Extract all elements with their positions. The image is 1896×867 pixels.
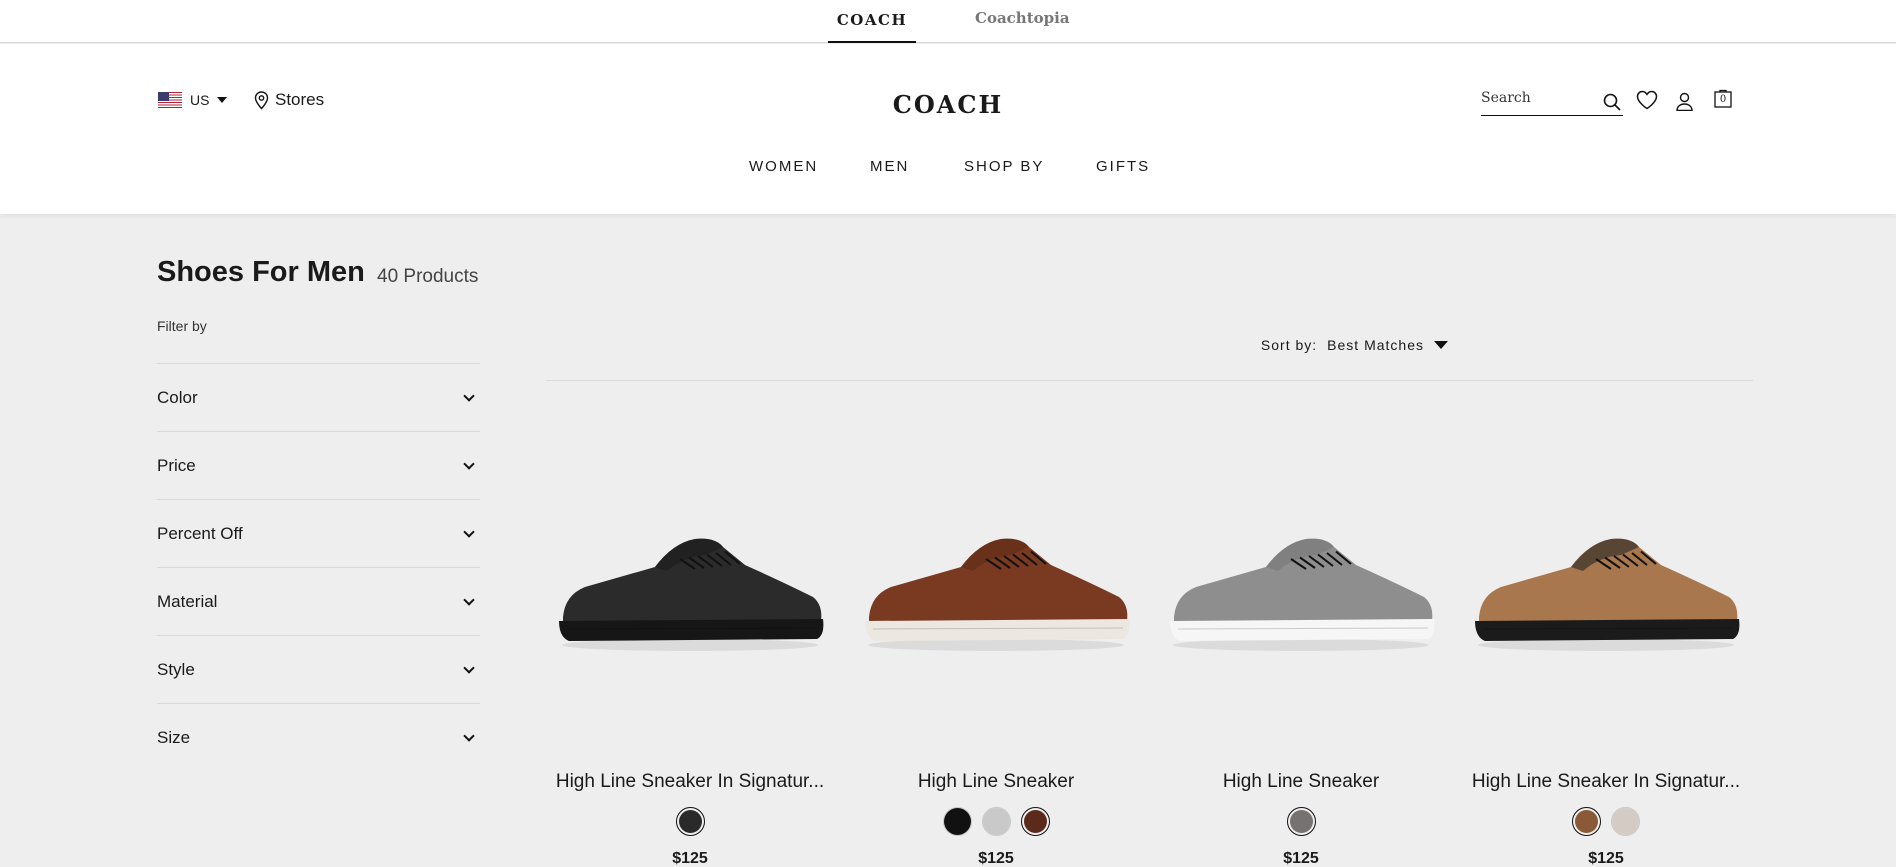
product-price: $125 <box>672 850 708 867</box>
chevron-down-icon <box>463 525 475 538</box>
divider <box>546 380 1753 381</box>
filter-label: Material <box>157 591 218 611</box>
filter-style[interactable]: Style <box>157 635 480 703</box>
color-swatch[interactable] <box>675 807 705 836</box>
color-swatch[interactable] <box>942 807 972 836</box>
color-swatches <box>851 807 1141 836</box>
chevron-down-icon <box>463 389 475 402</box>
nav-gifts[interactable]: GIFTS <box>1096 158 1150 175</box>
product-image[interactable] <box>545 470 835 710</box>
sort-label: Sort by: <box>1260 337 1318 353</box>
product-card: High Line Sneaker In Signatur... $125 <box>545 470 835 867</box>
brand-bar: COACH Coachtopia <box>0 0 1896 43</box>
color-swatch[interactable] <box>1572 807 1601 836</box>
product-count: 40 Products <box>377 266 479 287</box>
color-swatches <box>1461 807 1751 836</box>
product-image[interactable] <box>1461 470 1751 710</box>
coach-logo[interactable]: COACH <box>878 90 1018 119</box>
bag-count: 0 <box>1719 94 1727 105</box>
us-flag-icon <box>158 92 182 108</box>
search-input[interactable] <box>1481 88 1591 106</box>
chevron-down-icon <box>463 729 475 742</box>
stores-label: Stores <box>275 90 325 109</box>
filter-size[interactable]: Size <box>157 703 480 771</box>
product-price: $125 <box>978 850 1014 867</box>
color-swatches <box>1156 807 1446 836</box>
product-price: $125 <box>1283 850 1319 867</box>
product-name[interactable]: High Line Sneaker <box>851 771 1141 793</box>
product-name[interactable]: High Line Sneaker In Signatur... <box>1461 771 1751 793</box>
brand-tab-coachtopia[interactable]: Coachtopia <box>975 8 1070 43</box>
location-pin-icon <box>254 90 269 110</box>
filter-color[interactable]: Color <box>157 363 480 431</box>
account-icon[interactable] <box>1676 92 1693 111</box>
filter-percent-off[interactable]: Percent Off <box>157 499 480 567</box>
caret-down-icon <box>217 97 228 103</box>
product-card: High Line Sneaker $125 <box>851 470 1141 867</box>
color-swatch[interactable] <box>1286 807 1316 836</box>
nav-shop-by[interactable]: SHOP BY <box>964 158 1044 175</box>
heart-icon[interactable] <box>1636 90 1658 110</box>
chevron-down-icon <box>463 661 475 674</box>
caret-down-icon <box>1434 341 1448 349</box>
sneaker-image <box>1170 538 1435 651</box>
nav-women[interactable]: WOMEN <box>749 158 818 175</box>
country-selector[interactable]: US <box>158 92 228 108</box>
search-icon[interactable] <box>1603 93 1621 111</box>
color-swatch[interactable] <box>1611 807 1640 836</box>
search-box <box>1481 88 1623 116</box>
sort-dropdown[interactable]: Sort by: Best Matches <box>1261 337 1448 353</box>
product-image[interactable] <box>1156 470 1446 710</box>
filter-label: Percent Off <box>157 523 243 543</box>
chevron-down-icon <box>463 593 475 606</box>
sort-value: Best Matches <box>1327 337 1424 353</box>
product-card: High Line Sneaker In Signatur... $125 <box>1461 470 1751 867</box>
color-swatch[interactable] <box>1020 807 1050 836</box>
color-swatches <box>545 807 835 836</box>
filter-by-label: Filter by <box>157 318 207 334</box>
site-header: US Stores COACH 0 WOMEN MEN SHOP BY GIFT… <box>0 44 1896 214</box>
sneaker-image <box>559 538 824 651</box>
color-swatch[interactable] <box>981 807 1011 836</box>
chevron-down-icon <box>463 457 475 470</box>
filter-label: Style <box>157 659 195 679</box>
brand-tab-coach[interactable]: COACH <box>828 8 916 43</box>
shopping-bag[interactable]: 0 <box>1714 88 1732 108</box>
country-label: US <box>190 92 210 108</box>
filter-label: Color <box>157 387 198 407</box>
filter-panel: Color Price Percent Off Material Style S… <box>157 363 480 771</box>
stores-link[interactable]: Stores <box>254 90 324 110</box>
nav-men[interactable]: MEN <box>870 158 909 175</box>
filter-label: Price <box>157 455 196 475</box>
filter-price[interactable]: Price <box>157 431 480 499</box>
filter-label: Size <box>157 727 191 747</box>
product-price: $125 <box>1588 850 1624 867</box>
filter-material[interactable]: Material <box>157 567 480 635</box>
product-card: High Line Sneaker $125 <box>1156 470 1446 867</box>
product-image[interactable] <box>851 470 1141 710</box>
sneaker-image <box>1475 538 1740 651</box>
sneaker-image <box>865 538 1130 651</box>
product-name[interactable]: High Line Sneaker In Signatur... <box>545 771 835 793</box>
page-title: Shoes For Men <box>157 256 365 288</box>
product-name[interactable]: High Line Sneaker <box>1156 771 1446 793</box>
